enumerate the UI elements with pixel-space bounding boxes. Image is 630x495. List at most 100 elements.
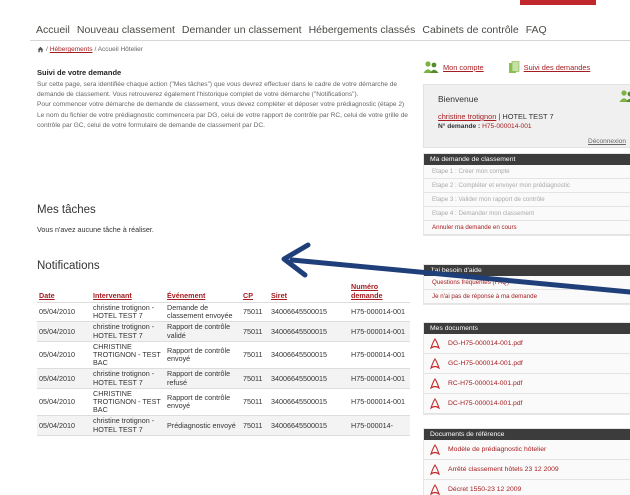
nav-nouveau-classement[interactable]: Nouveau classement [77, 24, 175, 36]
nav-hebergements-classes[interactable]: Hébergements classés [309, 24, 416, 36]
cell-intervenant: christine trotignon - HOTEL TEST 7 [91, 302, 165, 323]
faq-link[interactable]: Questions fréquentes (FAQ) [424, 276, 630, 290]
table-row: 05/04/2010 christine trotignon - HOTEL T… [37, 368, 410, 389]
pdf-icon [430, 358, 440, 369]
documents-reference-box: Documents de référence Modèle de prédiag… [423, 428, 630, 495]
suivi-demandes-link[interactable]: Suivi des demandes [524, 63, 591, 72]
col-siret[interactable]: Siret [269, 281, 349, 303]
user-name-link[interactable]: christine trotignon [438, 112, 496, 121]
reference-filename: Arrêté classement hôtels 23 12 2009 [448, 466, 559, 473]
table-row: 05/04/2010 CHRISTINE TROTIGNON - TEST BA… [37, 388, 410, 417]
document-filename: GC-H75-000014-001.pdf [448, 360, 523, 367]
cell-intervenant: CHRISTINE TROTIGNON - TEST BAC [91, 341, 165, 370]
cell-numero: H75-000014-001 [349, 388, 410, 417]
intro-text: Sur cette page, sera identifiée chaque a… [37, 80, 409, 131]
cell-intervenant: christine trotignon - HOTEL TEST 7 [91, 415, 165, 436]
cell-date: 05/04/2010 [37, 302, 91, 323]
cell-siret: 34006645500015 [269, 321, 349, 342]
intro-paragraph-3: Le nom du fichier de votre prédiagnostic… [37, 111, 408, 129]
cell-cp: 75011 [241, 368, 269, 389]
main-nav: Accueil Nouveau classement Demander un c… [36, 24, 547, 36]
col-numero-demande[interactable]: Numéro demande [349, 281, 410, 303]
nav-accueil[interactable]: Accueil [36, 24, 70, 36]
cell-evenement: Prédiagnostic envoyé [165, 415, 241, 436]
home-icon[interactable] [37, 46, 44, 53]
cell-cp: 75011 [241, 321, 269, 342]
nav-demander-classement[interactable]: Demander un classement [182, 24, 302, 36]
cell-siret: 34006645500015 [269, 341, 349, 370]
suivi-title: Suivi de votre demande [37, 68, 122, 77]
cell-cp: 75011 [241, 341, 269, 370]
col-evenement[interactable]: Événement [165, 281, 241, 303]
pdf-icon [430, 444, 440, 455]
cell-intervenant: CHRISTINE TROTIGNON - TEST BAC [91, 388, 165, 417]
welcome-box: Bienvenue christine trotignon | HOTEL TE… [423, 84, 630, 148]
account-links: Mon compte Suivi des demandes [423, 60, 590, 74]
table-header-row: Date Intervenant Événement CP Siret Numé… [37, 281, 410, 303]
cell-numero: H75-000014-001 [349, 302, 410, 323]
cell-numero: H75-000014-001 [349, 341, 410, 370]
no-answer-link[interactable]: Je n'ai pas de réponse à ma demande [424, 290, 630, 304]
intro-paragraph-2: Pour commencer votre démarche de demande… [37, 101, 405, 109]
reference-link-decret[interactable]: Décret 1550-23 12 2009 [424, 480, 630, 495]
table-row: 05/04/2010 CHRISTINE TROTIGNON - TEST BA… [37, 341, 410, 370]
mes-documents-box: Mes documents DG-H75-000014-001.pdf GC-H… [423, 322, 630, 415]
document-link-dc[interactable]: DC-H75-000014-001.pdf [424, 394, 630, 414]
cell-evenement: Rapport de contrôle envoyé [165, 341, 241, 370]
tasks-empty-text: Vous n'avez aucune tâche à réaliser. [37, 225, 154, 234]
step-1: Etape 1 : Créer mon compte [424, 165, 630, 179]
reference-link-arrete[interactable]: Arrêté classement hôtels 23 12 2009 [424, 460, 630, 480]
reference-link-modele[interactable]: Modèle de prédiagnostic hôtelier [424, 440, 630, 460]
cell-evenement: Rapport de contrôle validé [165, 321, 241, 342]
cell-evenement: Rapport de contrôle refusé [165, 368, 241, 389]
tasks-heading: Mes tâches [37, 204, 96, 216]
intro-paragraph-1: Sur cette page, sera identifiée chaque a… [37, 81, 398, 99]
documents-box-title: Mes documents [424, 323, 630, 334]
aide-box: J'ai besoin d'aide Questions fréquentes … [423, 264, 630, 305]
cell-date: 05/04/2010 [37, 341, 91, 370]
col-intervenant[interactable]: Intervenant [91, 281, 165, 303]
cell-evenement: Rapport de contrôle envoyé [165, 388, 241, 417]
cancel-demande-link[interactable]: Annuler ma demande en cours [424, 221, 630, 235]
step-4: Etape 4 : Demander mon classement [424, 207, 630, 221]
mon-compte-link[interactable]: Mon compte [443, 63, 484, 72]
breadcrumb: / Hébergements / Accueil Hôtelier [37, 46, 143, 53]
documents-icon [508, 60, 519, 73]
breadcrumb-current: / Accueil Hôtelier [94, 46, 143, 53]
demande-value: H75-000014-001 [482, 123, 532, 130]
people-icon [619, 90, 630, 102]
breadcrumb-link-hebergements[interactable]: Hébergements [50, 46, 93, 53]
welcome-title: Bienvenue [438, 94, 479, 104]
reference-filename: Modèle de prédiagnostic hôtelier [448, 446, 547, 453]
col-cp[interactable]: CP [241, 281, 269, 303]
reference-box-title: Documents de référence [424, 429, 630, 440]
cell-evenement: Demande de classement envoyée [165, 302, 241, 323]
nav-faq[interactable]: FAQ [526, 24, 547, 36]
document-filename: RC-H75-000014-001.pdf [448, 380, 523, 387]
cell-date: 05/04/2010 [37, 321, 91, 342]
people-icon [423, 61, 439, 73]
cell-siret: 34006645500015 [269, 302, 349, 323]
pdf-icon [430, 338, 440, 349]
pdf-icon [430, 484, 440, 495]
top-accent-bar [520, 0, 596, 5]
aide-box-title: J'ai besoin d'aide [424, 265, 630, 276]
pdf-icon [430, 398, 440, 409]
document-link-dg[interactable]: DG-H75-000014-001.pdf [424, 334, 630, 354]
cell-cp: 75011 [241, 388, 269, 417]
nav-cabinets-controle[interactable]: Cabinets de contrôle [422, 24, 518, 36]
col-date[interactable]: Date [37, 281, 91, 303]
document-link-rc[interactable]: RC-H75-000014-001.pdf [424, 374, 630, 394]
document-link-gc[interactable]: GC-H75-000014-001.pdf [424, 354, 630, 374]
hotel-name: | HOTEL TEST 7 [498, 112, 554, 121]
demande-label: N° demande : [438, 123, 481, 130]
step-3: Etape 3 : Valider mon rapport de contrôl… [424, 193, 630, 207]
cell-date: 05/04/2010 [37, 415, 91, 436]
top-bar [0, 0, 630, 12]
notifications-table: Date Intervenant Événement CP Siret Numé… [37, 281, 410, 436]
cell-intervenant: christine trotignon - HOTEL TEST 7 [91, 368, 165, 389]
cell-numero: H75-000014- [349, 415, 410, 436]
logout-link[interactable]: Déconnexion [588, 138, 626, 145]
step-2: Etape 2 : Compléter et envoyer mon prédi… [424, 179, 630, 193]
cell-cp: 75011 [241, 302, 269, 323]
